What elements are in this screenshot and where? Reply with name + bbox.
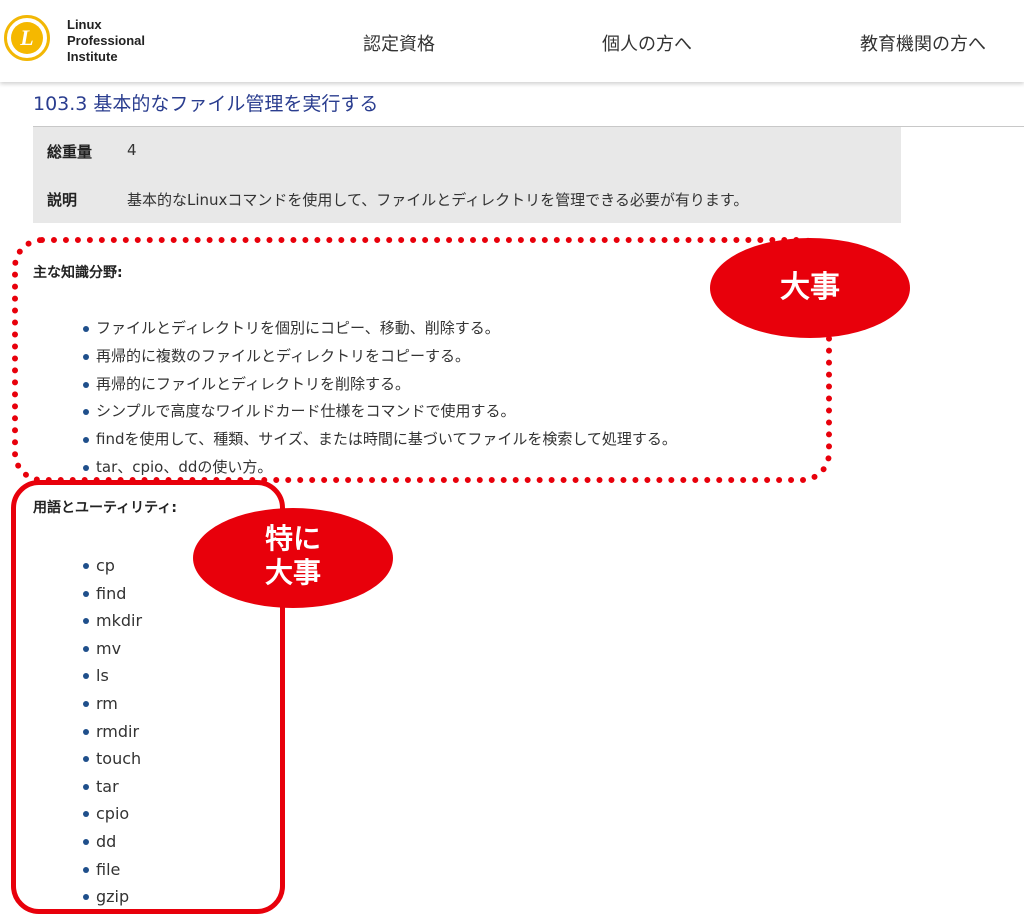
annotation-dotted-frame bbox=[12, 237, 832, 483]
logo-line-2: Professional bbox=[67, 33, 146, 48]
info-value: 4 bbox=[127, 141, 137, 159]
page-title: 103.3 基本的なファイル管理を実行する bbox=[33, 93, 379, 115]
annotation-callout-especially-important: 特に 大事 bbox=[193, 508, 393, 608]
nav-item-certifications[interactable]: 認定資格 bbox=[363, 30, 435, 56]
callout-line-2: 大事 bbox=[264, 556, 321, 589]
info-row-weight: 総重量 4 bbox=[33, 127, 901, 175]
logo-letter: L bbox=[11, 22, 43, 54]
logo-wordmark[interactable]: Linux Professional Institute bbox=[67, 17, 145, 65]
logo-line-3: Institute bbox=[67, 49, 118, 64]
info-row-description: 説明 基本的なLinuxコマンドを使用して、ファイルとディレクトリを管理できる必… bbox=[33, 175, 901, 223]
info-label: 総重量 bbox=[47, 143, 93, 161]
lpi-logo-icon[interactable]: L bbox=[4, 15, 50, 61]
site-header: L Linux Professional Institute 認定資格 個人の方… bbox=[0, 0, 1024, 82]
callout-line-1: 特に bbox=[264, 522, 321, 555]
info-label: 説明 bbox=[47, 191, 78, 209]
annotation-callout-important: 大事 bbox=[710, 238, 910, 338]
info-value: 基本的なLinuxコマンドを使用して、ファイルとディレクトリを管理できる必要が有… bbox=[127, 191, 749, 209]
nav-item-education[interactable]: 教育機関の方へ bbox=[860, 30, 986, 56]
logo-line-1: Linux bbox=[67, 17, 102, 32]
nav-item-individuals[interactable]: 個人の方へ bbox=[602, 30, 692, 56]
objective-info-table: 総重量 4 説明 基本的なLinuxコマンドを使用して、ファイルとディレクトリを… bbox=[33, 127, 901, 223]
